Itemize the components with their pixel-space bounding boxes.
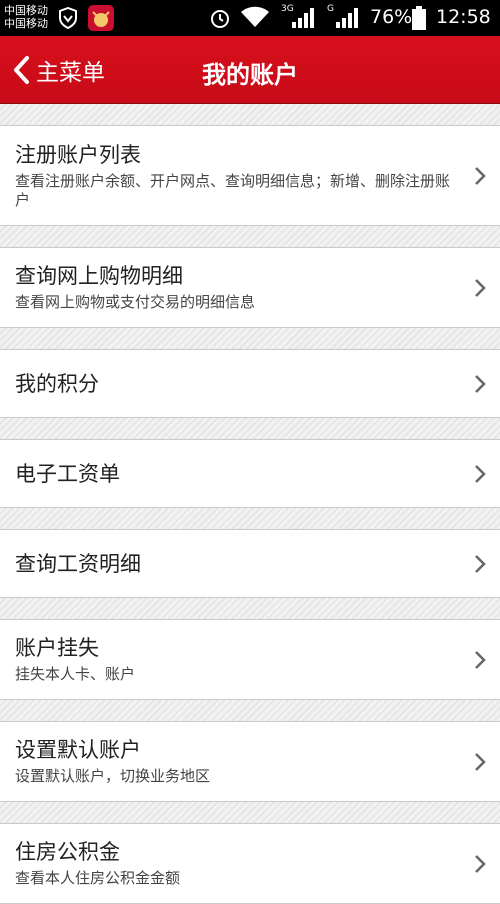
clock: 12:58 [436,6,491,28]
alarm-icon [211,10,229,28]
menu-item-registered-accounts[interactable]: 注册账户列表 查看注册账户余额、开户网点、查询明细信息；新增、删除注册账户 [0,126,500,226]
divider [0,226,500,248]
menu-item-e-payslip[interactable]: 电子工资单 [0,440,500,508]
item-title: 查询网上购物明细 [15,264,183,288]
carrier-1: 中国移动 [4,4,48,17]
menu-item-default-account[interactable]: 设置默认账户 设置默认账户，切换业务地区 [0,722,500,802]
divider [0,802,500,824]
status-bar: 中国移动 中国移动 3G G 76% 12:58 [0,0,500,36]
item-title: 住房公积金 [15,840,120,864]
chevron-right-icon [475,554,486,573]
item-title: 电子工资单 [15,461,120,486]
title-bar: 主菜单 我的账户 [0,36,500,104]
chevron-right-icon [475,374,486,393]
chevron-right-icon [475,166,486,185]
shield-icon [59,7,77,29]
item-title: 账户挂失 [15,636,99,660]
account-menu-list: 注册账户列表 查看注册账户余额、开户网点、查询明细信息；新增、删除注册账户 查询… [0,104,500,904]
item-description: 查看网上购物或支付交易的明细信息 [15,293,256,311]
battery-icon [412,6,426,30]
item-title: 设置默认账户 [15,738,141,762]
divider [0,598,500,620]
divider [0,328,500,350]
item-title: 注册账户列表 [15,142,141,167]
chevron-right-icon [475,650,486,669]
menu-item-my-points[interactable]: 我的积分 [0,350,500,418]
item-description: 查看注册账户余额、开户网点、查询明细信息；新增、删除注册账户 [15,171,451,209]
signal-icon [292,8,314,28]
divider [0,418,500,440]
menu-item-housing-fund[interactable]: 住房公积金 查看本人住房公积金金额 [0,824,500,904]
item-title: 查询工资明细 [15,551,141,576]
app-icon[interactable] [88,5,114,31]
divider [0,104,500,126]
chevron-right-icon [475,278,486,297]
menu-item-salary-details[interactable]: 查询工资明细 [0,530,500,598]
chevron-right-icon [475,752,486,771]
signal-icon-2 [336,8,358,28]
chevron-right-icon [475,854,486,873]
network-type-2: G [327,4,334,14]
item-description: 设置默认账户，切换业务地区 [15,767,211,785]
carrier-info: 中国移动 中国移动 [4,4,48,30]
item-title: 我的积分 [15,371,99,396]
item-description: 查看本人住房公积金金额 [15,869,181,887]
item-description: 挂失本人卡、账户 [15,665,136,683]
wifi-icon [241,6,269,27]
menu-item-shopping-details[interactable]: 查询网上购物明细 查看网上购物或支付交易的明细信息 [0,248,500,328]
page-title: 我的账户 [202,61,298,89]
chevron-right-icon [475,464,486,483]
divider [0,508,500,530]
carrier-2: 中国移动 [4,17,48,30]
battery-percent: 76% [370,6,413,28]
divider [0,700,500,722]
menu-item-report-loss[interactable]: 账户挂失 挂失本人卡、账户 [0,620,500,700]
